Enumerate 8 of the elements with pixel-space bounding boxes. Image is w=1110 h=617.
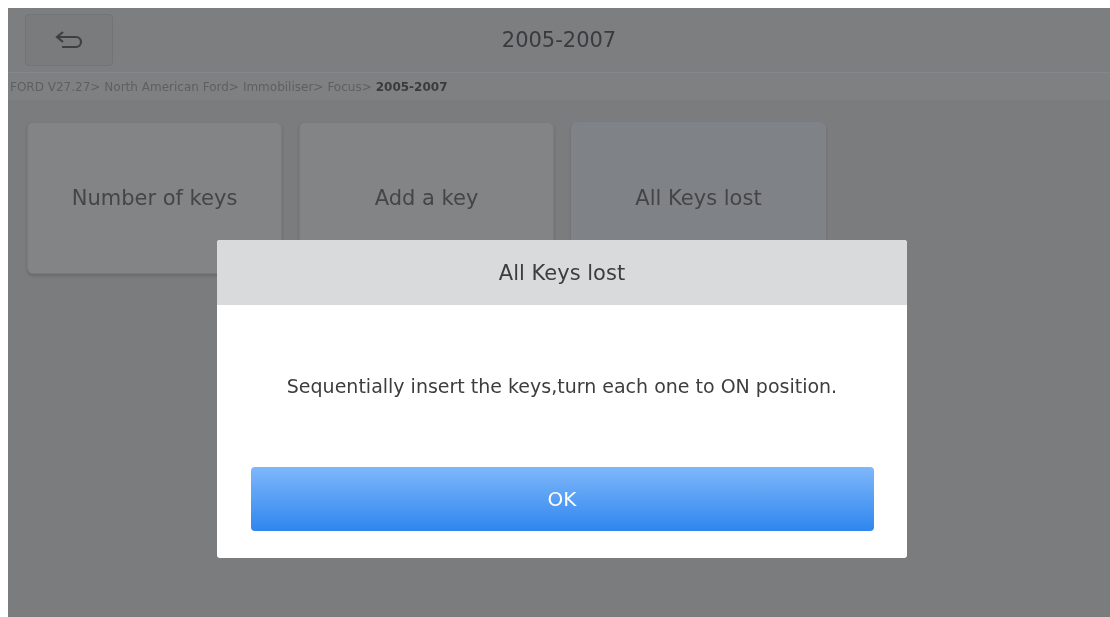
dialog-message: Sequentially insert the keys,turn each one to ON position. — [285, 374, 839, 399]
screen-title: 2005-2007 — [501, 28, 617, 52]
menu-tile[interactable]: Number of keys — [27, 122, 282, 274]
dialog-title: All Keys lost — [217, 240, 907, 305]
ok-button[interactable]: OK — [250, 467, 874, 531]
back-arrow-icon — [54, 30, 84, 50]
back-button[interactable] — [25, 14, 113, 66]
breadcrumb-item[interactable]: 2005-2007 — [375, 79, 448, 94]
